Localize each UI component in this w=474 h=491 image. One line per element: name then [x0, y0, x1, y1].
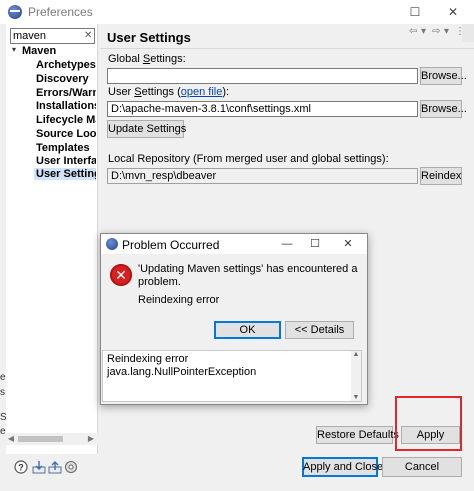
details-scrollbar[interactable]: ▲ ▼ [351, 351, 361, 401]
tree-item-user-interface[interactable]: User Interfac [36, 155, 96, 167]
tree-item-lifecycle-mappings[interactable]: Lifecycle Map [36, 114, 96, 126]
tree-item-user-settings[interactable]: User Settings [34, 168, 96, 180]
window-title: Preferences [28, 5, 93, 19]
clear-filter-icon[interactable]: ✕ [84, 29, 94, 43]
tree-item-templates[interactable]: Templates [36, 142, 96, 154]
details-button[interactable]: << Details [285, 321, 354, 339]
settings-icon[interactable] [64, 460, 78, 474]
minimize-button[interactable]: ☐ [400, 2, 430, 22]
help-icon[interactable]: ? [14, 460, 28, 474]
apply-and-close-button[interactable]: Apply and Close [302, 457, 383, 477]
cancel-button[interactable]: Cancel [382, 457, 462, 477]
svg-text:?: ? [18, 463, 24, 473]
user-settings-label: User Settings (open file): [108, 86, 230, 98]
vertical-scrollbar[interactable] [462, 24, 474, 42]
tree-item-errors-warnings[interactable]: Errors/Warn [36, 87, 96, 99]
dialog-title: Problem Occurred [122, 238, 220, 252]
scroll-right-icon[interactable]: ▶ [86, 433, 96, 445]
details-line: java.lang.NullPointerException [107, 366, 257, 378]
global-settings-label: Global Settings: [108, 53, 186, 65]
dialog-close-button[interactable]: ✕ [338, 236, 358, 252]
apply-highlight-annotation [395, 396, 462, 451]
header-separator [100, 48, 474, 49]
scroll-left-icon[interactable]: ◀ [6, 433, 16, 445]
eclipse-app-icon [8, 5, 22, 19]
reindex-button[interactable]: Reindex [420, 167, 462, 185]
background-text-fragment: e [0, 372, 6, 383]
scroll-down-icon[interactable]: ▼ [351, 394, 361, 401]
scroll-up-icon[interactable]: ▲ [351, 351, 361, 358]
back-icon[interactable]: ⇦ [409, 26, 417, 37]
error-message: 'Updating Maven settings' has encountere… [138, 263, 358, 307]
forward-menu-icon[interactable]: ▾ [444, 26, 449, 37]
error-message-line: 'Updating Maven settings' has encountere… [138, 263, 358, 275]
background-text-fragment: s [0, 387, 5, 398]
tree-item-discovery[interactable]: Discovery [36, 73, 96, 85]
dialog-maximize-button[interactable]: ☐ [305, 236, 325, 252]
local-repository-field[interactable]: D:\mvn_resp\dbeaver [107, 168, 418, 184]
tree-item-source-lookup[interactable]: Source Look [36, 128, 96, 140]
local-repository-label: Local Repository (From merged user and g… [108, 153, 389, 165]
tree-item-installations[interactable]: Installations [36, 100, 96, 112]
global-settings-field[interactable] [107, 68, 418, 84]
error-icon: ✕ [110, 264, 132, 286]
tree-expand-icon[interactable]: ▾ [12, 45, 20, 57]
import-icon[interactable] [32, 460, 46, 474]
user-settings-field[interactable]: D:\apache-maven-3.8.1\conf\settings.xml [107, 101, 418, 117]
browse-global-button[interactable]: Browse... [420, 67, 467, 85]
page-title: User Settings [107, 30, 191, 45]
details-text-area[interactable]: Reindexing error java.lang.NullPointerEx… [102, 350, 362, 402]
background-text-fragment: S [0, 412, 7, 423]
open-file-link[interactable]: open file [181, 86, 223, 98]
update-settings-button[interactable]: Update Settings [107, 120, 186, 138]
background-text-fragment: e [0, 426, 6, 437]
eclipse-app-icon [106, 238, 118, 250]
dialog-minimize-button[interactable]: — [277, 236, 297, 252]
browse-user-button[interactable]: Browse... [420, 100, 467, 118]
filter-input[interactable]: maven [10, 28, 95, 44]
scrollbar-thumb[interactable] [18, 436, 63, 442]
ok-button[interactable]: OK [214, 321, 281, 339]
details-line: Reindexing error [107, 353, 189, 365]
restore-defaults-button[interactable]: Restore Defaults [316, 426, 399, 444]
close-button[interactable]: ✕ [438, 2, 468, 22]
error-message-line: problem. [138, 276, 181, 288]
tree-item-archetypes[interactable]: Archetypes [36, 59, 96, 71]
back-menu-icon[interactable]: ▾ [421, 26, 426, 37]
forward-icon[interactable]: ⇨ [432, 26, 440, 37]
export-icon[interactable] [48, 460, 62, 474]
error-detail: Reindexing error [138, 294, 220, 306]
tree-item-maven[interactable]: Maven [22, 45, 56, 57]
